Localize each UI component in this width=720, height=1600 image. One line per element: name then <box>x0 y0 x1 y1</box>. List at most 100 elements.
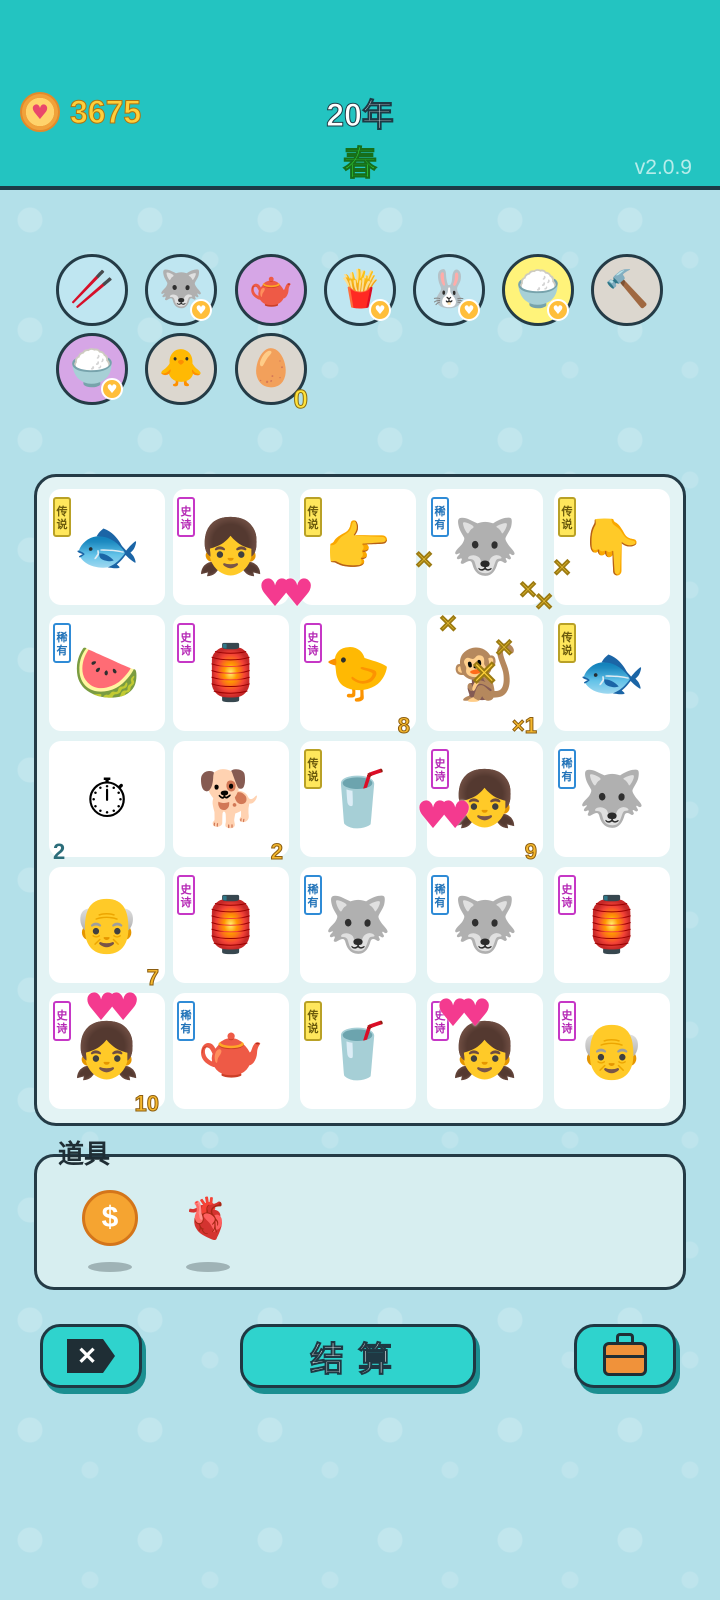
game-board: 🐟 传说 👧 史诗 👉 传说 🐺 稀有 👇 传说 🍉 稀有 🏮 史诗 🐤 史诗 8 🐒 ×1 🐟 传说 ⏱ 2 🐕 2 🥤 传说 👧 史… <box>34 474 686 1126</box>
board-cell-husky[interactable]: 🐺 稀有 <box>300 867 416 983</box>
husky-icon: 🐺 <box>451 893 519 956</box>
board-cell-teapot[interactable]: 🫖 稀有 <box>173 993 289 1109</box>
board-cell-rabbit-house[interactable]: 🏮 史诗 <box>554 867 670 983</box>
item-glyph: 🐥 <box>158 348 204 389</box>
year-label: 20年 <box>326 97 395 134</box>
version-label: v2.0.9 <box>634 156 692 179</box>
season-label: 春 <box>343 144 378 185</box>
cell-count: 8 <box>397 713 410 738</box>
rarity-tag-epic: 史诗 <box>304 623 322 663</box>
board-cell-chick-heart-eyes[interactable]: 🐤 史诗 8 <box>300 615 416 737</box>
pointing-hand-icon: 👉 <box>324 515 392 578</box>
hearts-effect: ♥♥ <box>258 571 314 615</box>
heart-badge-icon: ♥ <box>458 299 480 321</box>
watermelon-icon: 🍉 <box>73 641 141 704</box>
cell-count: 2 <box>270 839 283 864</box>
rarity-tag-epic: 史诗 <box>53 1001 71 1041</box>
board-cell-old-man-heart-glasses[interactable]: 👴 7 <box>49 867 165 989</box>
rarity-tag-rare: 稀有 <box>304 875 322 915</box>
pointing-hand-icon: 👇 <box>578 515 646 578</box>
girl-braids-icon: 👧 <box>73 1019 141 1082</box>
board-cell-bubble-tea[interactable]: 🥤 传说 <box>300 741 416 857</box>
cell-count: 9 <box>524 839 537 864</box>
egg-tray-icon[interactable]: 🥚 0 <box>235 333 309 413</box>
item-glyph: 🔨 <box>604 269 650 310</box>
rarity-tag-legend: 传说 <box>304 1001 322 1041</box>
briefcase-icon <box>603 1333 647 1376</box>
rarity-tag-legend: 传说 <box>53 497 71 537</box>
item-glyph: 🥢 <box>69 269 115 310</box>
stopwatch-card-icon: ⏱ <box>85 767 129 830</box>
board-cell-pointing-hand[interactable]: 👇 传说 <box>554 489 670 605</box>
fries-icon[interactable]: 🍟 ♥ <box>324 254 396 326</box>
board-cell-bubble-tea[interactable]: 🥤 传说 <box>300 993 416 1109</box>
rarity-tag-legend: 传说 <box>558 623 576 663</box>
board-cell-koi-fish[interactable]: 🐟 传说 <box>554 615 670 731</box>
rarity-tag-legend: 传说 <box>304 749 322 789</box>
rarity-tag-legend: 传说 <box>558 497 576 537</box>
girl-braids-icon: 👧 <box>197 515 265 578</box>
hearts-effect: ♥♥ <box>84 985 140 1029</box>
coin-tool-icon[interactable]: $ <box>82 1190 138 1246</box>
settle-button-label: 结算 <box>310 1339 406 1380</box>
board-cell-stopwatch-card[interactable]: ⏱ 2 <box>49 741 165 863</box>
rarity-tag-rare: 稀有 <box>177 1001 195 1041</box>
koi-fish-icon: 🐟 <box>73 515 141 578</box>
item-count: 0 <box>293 384 309 414</box>
girl-braids-icon: 👧 <box>451 767 519 830</box>
rarity-tag-rare: 稀有 <box>558 749 576 789</box>
board-cell-dog[interactable]: 🐕 2 <box>173 741 289 863</box>
cross-effect: ✕ <box>533 589 555 617</box>
rabbit-house-icon: 🏮 <box>197 893 265 956</box>
rarity-tag-epic: 史诗 <box>431 749 449 789</box>
dog-icon: 🐕 <box>197 767 265 830</box>
heart-badge-icon: ♥ <box>547 299 569 321</box>
heart-badge-icon: ♥ <box>190 299 212 321</box>
cell-count: 7 <box>146 965 159 990</box>
husky-icon: 🐺 <box>578 767 646 830</box>
board-cell-rabbit-house[interactable]: 🏮 史诗 <box>173 867 289 983</box>
teapot-icon: 🫖 <box>197 1019 265 1082</box>
gravy-boat-icon[interactable]: 🫖 <box>235 254 307 326</box>
board-cell-husky[interactable]: 🐺 稀有 <box>427 867 543 983</box>
chick-heart-eyes-icon: 🐤 <box>324 641 392 704</box>
cell-count: 10 <box>134 1091 160 1116</box>
board-cell-pointing-hand[interactable]: 👉 传说 <box>300 489 416 605</box>
chick-icon[interactable]: 🐥 <box>145 333 217 405</box>
liver-tool-icon[interactable]: 🫀 <box>180 1190 236 1246</box>
husky-icon: 🐺 <box>451 515 519 578</box>
rarity-tag-epic: 史诗 <box>558 1001 576 1041</box>
rarity-tag-epic: 史诗 <box>177 623 195 663</box>
board-cell-old-man-hat[interactable]: 👴 史诗 <box>554 993 670 1109</box>
bag-button[interactable] <box>574 1324 676 1388</box>
exit-button[interactable]: ✕ <box>40 1324 142 1388</box>
tools-title: 道具 <box>58 1140 111 1170</box>
chopsticks-icon[interactable]: 🥢 <box>56 254 128 326</box>
cell-count: 2 <box>53 839 66 864</box>
board-cell-rabbit-house[interactable]: 🏮 史诗 <box>173 615 289 731</box>
rabbit-house-icon: 🏮 <box>197 641 265 704</box>
rabbit-icon[interactable]: 🐰 ♥ <box>413 254 485 326</box>
old-man-heart-glasses-icon: 👴 <box>73 893 141 956</box>
tool-shadow <box>88 1262 132 1272</box>
rarity-tag-epic: 史诗 <box>558 875 576 915</box>
heart-badge-icon: ♥ <box>101 378 123 400</box>
settle-button[interactable]: 结算 <box>240 1324 476 1388</box>
rarity-tag-legend: 传说 <box>304 497 322 537</box>
cross-effect: ✕ <box>437 611 459 639</box>
rice-bowl-2-icon[interactable]: 🍚 ♥ <box>56 333 128 405</box>
rarity-tag-rare: 稀有 <box>53 623 71 663</box>
hearts-effect: ♥♥ <box>416 793 472 837</box>
rice-bowl-icon[interactable]: 🍚 ♥ <box>502 254 574 326</box>
tool-shadow <box>186 1262 230 1272</box>
board-cell-watermelon[interactable]: 🍉 稀有 <box>49 615 165 731</box>
item-glyph: 🥚 <box>248 348 294 389</box>
bubble-tea-icon: 🥤 <box>324 767 392 830</box>
cell-count: ×1 <box>511 713 537 738</box>
husky-icon[interactable]: 🐺 ♥ <box>145 254 217 326</box>
board-cell-koi-fish[interactable]: 🐟 传说 <box>49 489 165 605</box>
close-icon: ✕ <box>67 1339 115 1373</box>
board-cell-husky[interactable]: 🐺 稀有 <box>554 741 670 857</box>
hammer-icon[interactable]: 🔨 <box>591 254 663 326</box>
rarity-tag-rare: 稀有 <box>431 497 449 537</box>
